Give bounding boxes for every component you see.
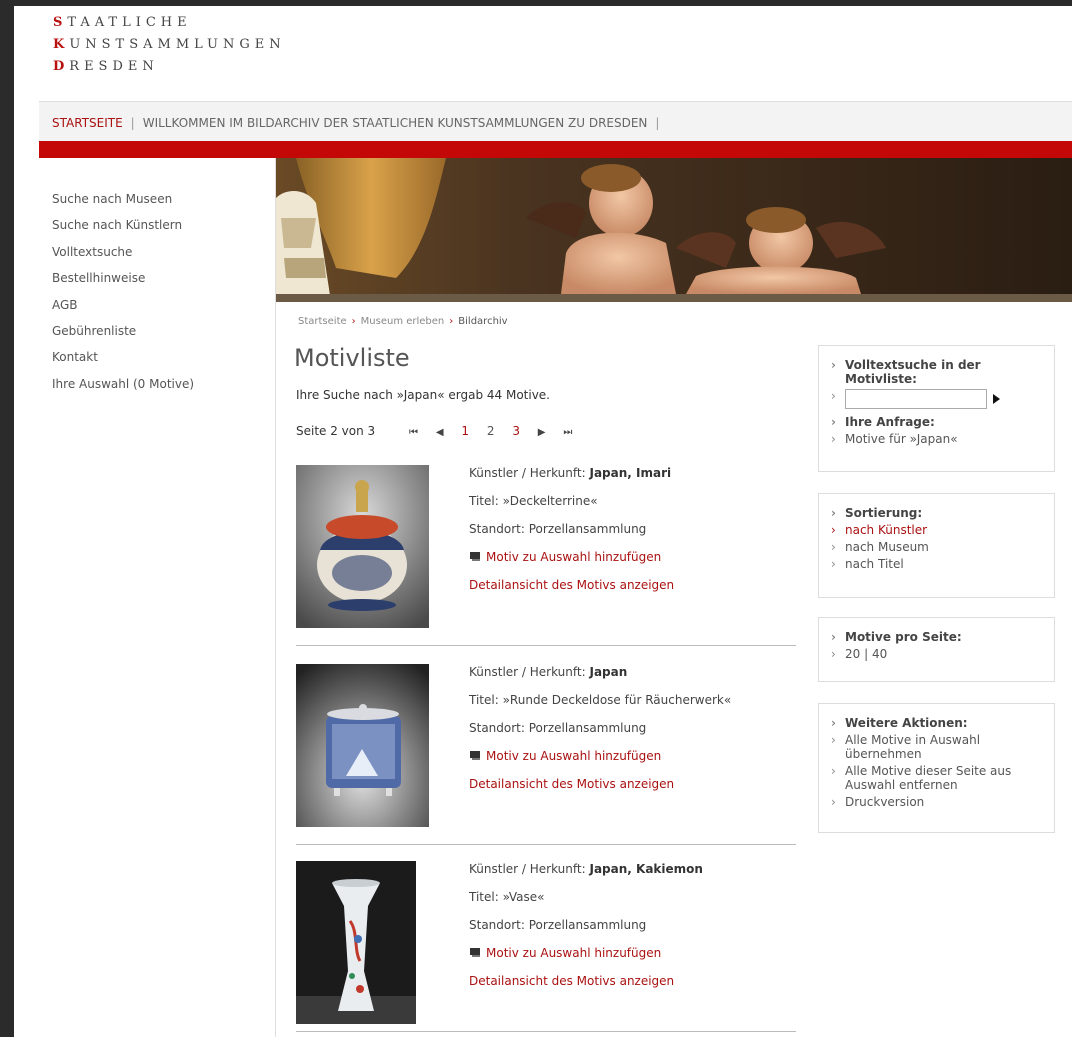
add-to-selection-link[interactable]: Motiv zu Auswahl hinzufügen <box>486 749 661 763</box>
item-artist: Japan, Kakiemon <box>589 862 703 876</box>
actions-box: Weitere Aktionen: Alle Motive in Auswahl… <box>818 703 1055 833</box>
title-label: Titel: <box>469 494 499 508</box>
sidebar-item-order-info[interactable]: Bestellhinweise <box>52 265 194 291</box>
add-to-selection-link[interactable]: Motiv zu Auswahl hinzufügen <box>486 550 661 564</box>
artist-label: Künstler / Herkunft: <box>469 665 586 679</box>
logo-letter: D <box>53 59 70 74</box>
detail-view-link[interactable]: Detailansicht des Motivs anzeigen <box>469 578 674 592</box>
item-title: »Deckelterrine« <box>502 494 598 508</box>
sidebar: Suche nach Museen Suche nach Künstlern V… <box>39 158 276 1037</box>
artist-label: Künstler / Herkunft: <box>469 862 586 876</box>
sidebar-item-museums[interactable]: Suche nach Museen <box>52 186 194 212</box>
detail-view-link[interactable]: Detailansicht des Motivs anzeigen <box>469 974 674 988</box>
first-page-icon[interactable]: ⏮ <box>409 427 418 438</box>
nav-separator: | <box>130 116 135 130</box>
window-left-edge <box>0 0 14 1037</box>
sort-option-title[interactable]: nach Titel <box>831 557 1042 571</box>
sidebar-item-contact[interactable]: Kontakt <box>52 344 194 370</box>
sort-option-museum[interactable]: nach Museum <box>831 540 1042 554</box>
search-box: Volltextsuche in der Motivliste: Ihre An… <box>818 345 1055 472</box>
per-page-heading: Motive pro Seite: <box>831 630 1042 644</box>
pagination: Seite 2 von 3 ⏮ ◀ 1 2 3 ▶ ⏭ <box>296 424 572 438</box>
per-page-options[interactable]: 20 | 40 <box>831 647 1042 661</box>
item-thumbnail[interactable] <box>296 861 416 1024</box>
actions-heading: Weitere Aktionen: <box>831 716 1042 730</box>
title-label: Titel: <box>469 693 499 707</box>
sort-option-artist[interactable]: nach Künstler <box>831 523 1042 537</box>
page-link-3[interactable]: 3 <box>512 424 520 438</box>
location-label: Standort: <box>469 522 525 536</box>
nav-home-link[interactable]: STARTSEITE <box>52 116 123 130</box>
site-logo[interactable]: STAATLICHE KUNSTSAMMLUNGEN DRESDEN <box>53 12 286 78</box>
sidebar-item-artists[interactable]: Suche nach Künstlern <box>52 212 194 238</box>
item-title: »Vase« <box>502 890 545 904</box>
page-link-1[interactable]: 1 <box>461 424 469 438</box>
action-remove-page[interactable]: Alle Motive dieser Seite aus Auswahl ent… <box>831 764 1042 792</box>
logo-text: UNSTSAMMLUNGEN <box>69 37 286 52</box>
page-label: Seite 2 von 3 <box>296 424 376 438</box>
search-row <box>831 389 1042 409</box>
page-title: Motivliste <box>294 344 410 372</box>
add-to-selection-link[interactable]: Motiv zu Auswahl hinzufügen <box>486 946 661 960</box>
item-thumbnail[interactable] <box>296 664 429 827</box>
sidebar-item-agb[interactable]: AGB <box>52 292 194 318</box>
list-item: Künstler / Herkunft: Japan Titel: »Runde… <box>296 664 796 845</box>
item-artist: Japan, Imari <box>589 466 672 480</box>
artist-label: Künstler / Herkunft: <box>469 466 586 480</box>
header-banner-image <box>276 158 1072 302</box>
breadcrumb-separator: › <box>351 316 356 327</box>
result-count: Ihre Suche nach »Japan« ergab 44 Motive. <box>296 388 550 402</box>
top-navigation: STARTSEITE | WILLKOMMEN IM BILDARCHIV DER … <box>39 101 1072 145</box>
logo-text: TAATLICHE <box>67 15 192 30</box>
nav-separator: | <box>655 116 660 130</box>
sidebar-item-fees[interactable]: Gebührenliste <box>52 318 194 344</box>
page: STAATLICHE KUNSTSAMMLUNGEN DRESDEN START… <box>14 6 1072 1037</box>
location-label: Standort: <box>469 721 525 735</box>
sort-heading: Sortierung: <box>831 506 1042 520</box>
per-page-box: Motive pro Seite: 20 | 40 <box>818 617 1055 682</box>
item-location: Porzellansammlung <box>528 918 647 932</box>
breadcrumb-item[interactable]: Museum erleben <box>361 316 445 327</box>
action-print-version[interactable]: Druckversion <box>831 795 1042 809</box>
search-submit-icon[interactable] <box>993 394 1000 404</box>
sort-box: Sortierung: nach Künstler nach Museum na… <box>818 493 1055 598</box>
item-artist: Japan <box>589 665 628 679</box>
search-input[interactable] <box>845 389 987 409</box>
query-label: Ihre Anfrage: <box>831 415 1042 429</box>
item-location: Porzellansammlung <box>528 721 647 735</box>
search-box-heading: Volltextsuche in der Motivliste: <box>831 358 1042 386</box>
location-label: Standort: <box>469 918 525 932</box>
breadcrumb: Startseite › Museum erleben › Bildarchiv <box>298 316 508 327</box>
item-thumbnail[interactable] <box>296 465 429 628</box>
nav-welcome-link[interactable]: WILLKOMMEN IM BILDARCHIV DER STAATLICHEN… <box>143 116 648 130</box>
breadcrumb-current: Bildarchiv <box>458 316 508 327</box>
add-to-selection-icon[interactable] <box>469 550 482 561</box>
action-add-all[interactable]: Alle Motive in Auswahl übernehmen <box>831 733 1042 761</box>
detail-view-link[interactable]: Detailansicht des Motivs anzeigen <box>469 777 674 791</box>
sidebar-item-fulltext-search[interactable]: Volltextsuche <box>52 239 194 265</box>
list-item: Künstler / Herkunft: Japan, Kakiemon Tit… <box>296 861 796 1032</box>
last-page-icon[interactable]: ⏭ <box>563 427 572 438</box>
query-value: Motive für »Japan« <box>831 432 1042 446</box>
item-location: Porzellansammlung <box>528 522 647 536</box>
add-to-selection-icon[interactable] <box>469 946 482 957</box>
next-page-icon[interactable]: ▶ <box>538 427 546 438</box>
title-label: Titel: <box>469 890 499 904</box>
list-item: Künstler / Herkunft: Japan, Imari Titel:… <box>296 465 796 646</box>
logo-letter: S <box>53 15 68 30</box>
breadcrumb-item[interactable]: Startseite <box>298 316 347 327</box>
add-to-selection-icon[interactable] <box>469 749 482 760</box>
sidebar-item-selection[interactable]: Ihre Auswahl (0 Motive) <box>52 371 194 397</box>
accent-bar <box>39 141 1072 158</box>
item-title: »Runde Deckeldose für Räucherwerk« <box>502 693 732 707</box>
logo-letter: K <box>53 37 70 52</box>
page-link-2: 2 <box>486 424 495 438</box>
breadcrumb-separator: › <box>449 316 454 327</box>
previous-page-icon[interactable]: ◀ <box>436 427 444 438</box>
logo-text: RESDEN <box>69 59 159 74</box>
